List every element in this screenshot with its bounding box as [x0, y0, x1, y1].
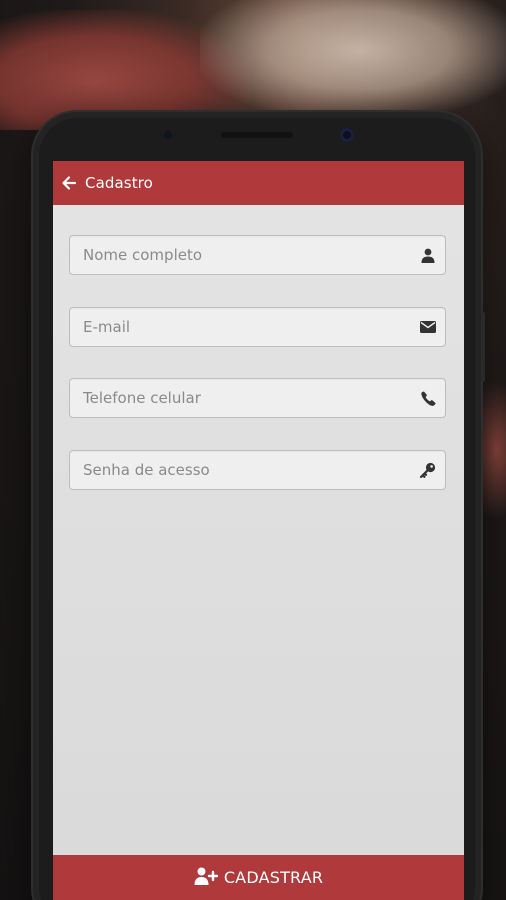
front-camera	[340, 128, 354, 142]
password-input[interactable]	[70, 450, 445, 489]
register-button[interactable]: CADASTRAR	[53, 855, 464, 900]
phone-icon	[420, 390, 436, 406]
proximity-sensor	[164, 131, 172, 139]
email-field	[69, 306, 446, 347]
key-icon	[420, 462, 436, 478]
phone-speaker	[221, 132, 293, 138]
password-field	[69, 449, 446, 490]
email-input[interactable]	[70, 307, 445, 346]
app-bar: Cadastro	[53, 161, 464, 205]
user-plus-icon	[194, 867, 219, 889]
page-title: Cadastro	[85, 174, 153, 192]
back-button[interactable]	[53, 161, 85, 205]
phone-input[interactable]	[70, 379, 445, 417]
register-button-label: CADASTRAR	[223, 868, 324, 887]
user-icon	[420, 247, 436, 263]
background-food-image-top	[200, 0, 506, 120]
phone-field	[69, 378, 446, 418]
full-name-field	[69, 235, 446, 275]
arrow-left-icon	[61, 175, 77, 191]
registration-form	[69, 235, 446, 521]
phone-side-button	[481, 312, 485, 382]
app-screen: Cadastro Nome completo E-mail Telefone c…	[53, 161, 464, 900]
envelope-icon	[420, 319, 436, 335]
full-name-input[interactable]	[70, 236, 445, 274]
